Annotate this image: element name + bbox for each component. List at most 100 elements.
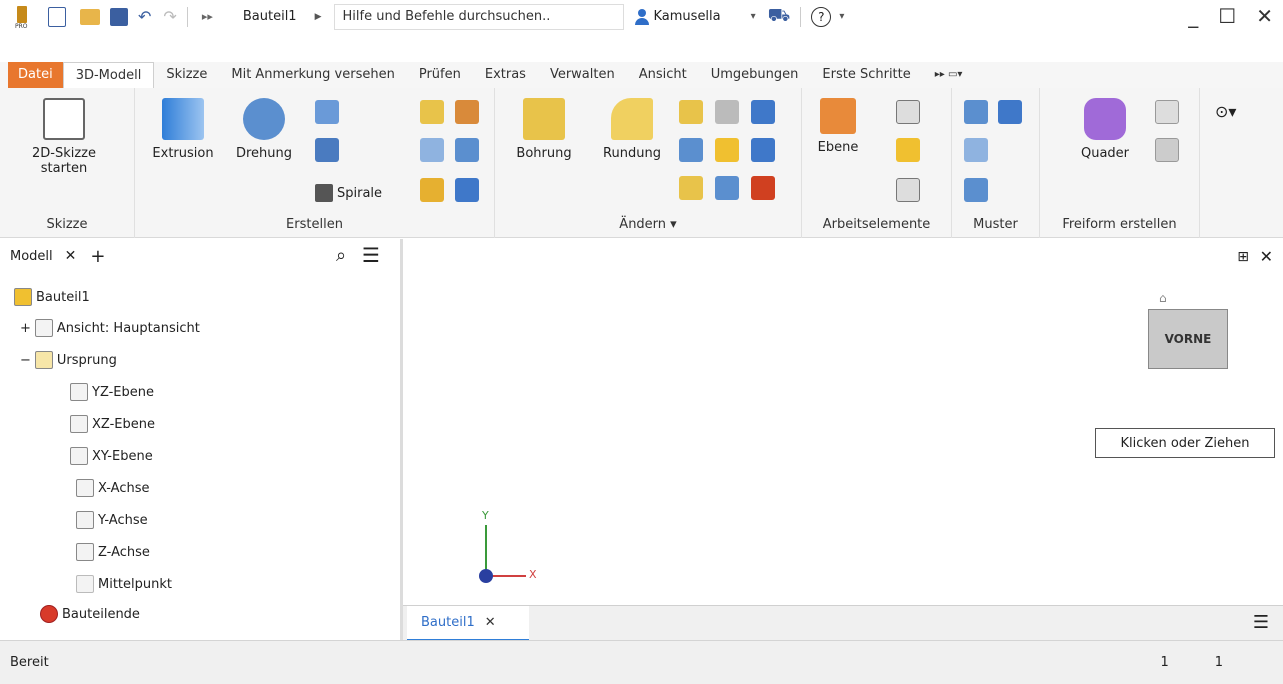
document-tab[interactable]: Bauteil1 ✕ [407, 606, 529, 641]
thicken-icon[interactable] [715, 176, 739, 200]
tree-item-xy-plane[interactable]: XY-Ebene [70, 447, 153, 465]
save-icon[interactable] [110, 7, 128, 26]
user-account[interactable]: Kamusella [634, 8, 721, 25]
redo-icon[interactable]: ↷ [163, 4, 176, 30]
axis-icon[interactable] [896, 100, 920, 124]
ucs-icon[interactable] [896, 178, 920, 202]
tree-item-yz-plane[interactable]: YZ-Ebene [70, 383, 154, 401]
combine-icon[interactable] [715, 138, 739, 162]
help-dropdown-icon[interactable]: ▾ [839, 11, 844, 22]
tab-ansicht[interactable]: Ansicht [627, 62, 699, 88]
decal-icon[interactable] [455, 138, 479, 162]
expand-arrow-icon[interactable]: ▶ [315, 12, 322, 22]
coil-icon [315, 184, 333, 202]
coil-button[interactable]: Spirale [315, 184, 382, 202]
tree-item-origin[interactable]: − Ursprung [20, 351, 117, 369]
box-button[interactable]: Quader [1070, 98, 1140, 161]
extrusion-label: Extrusion [152, 146, 214, 161]
viewcube-face-label: VORNE [1164, 332, 1212, 346]
close-icon[interactable]: ✕ [1256, 4, 1273, 28]
search-input[interactable]: Hilfe und Befehle durchsuchen.. [333, 3, 624, 30]
browser-header: Modell ✕ + ⌕ ☰ [0, 239, 400, 273]
browser-search-icon[interactable]: ⌕ [336, 245, 346, 266]
unwrap-icon[interactable] [420, 178, 444, 202]
direct-edit-icon[interactable] [679, 176, 703, 200]
mirror-icon[interactable] [998, 100, 1022, 124]
fillet-button[interactable]: Rundung [593, 98, 671, 161]
tree-item-y-axis[interactable]: Y-Achse [76, 511, 148, 529]
part-icon [14, 288, 32, 306]
start-2d-sketch-button[interactable]: 2D-Skizze starten [14, 98, 114, 176]
cart-icon[interactable]: ⛟ [768, 5, 791, 29]
freeform-face-icon[interactable] [1155, 138, 1179, 162]
tree-item-center-point[interactable]: Mittelpunkt [76, 575, 172, 593]
tabs-overflow-icon[interactable]: ▸▸ ▭▾ [923, 62, 975, 88]
tab-mit-anmerkung[interactable]: Mit Anmerkung versehen [219, 62, 406, 88]
tree-item-x-axis[interactable]: X-Achse [76, 479, 150, 497]
tree-item-view[interactable]: + Ansicht: Hauptansicht [20, 319, 200, 337]
tab-verwalten[interactable]: Verwalten [538, 62, 627, 88]
document-tab-label: Bauteil1 [421, 615, 475, 630]
collapse-minus-icon[interactable]: − [20, 353, 31, 368]
extrusion-button[interactable]: Extrusion [143, 98, 223, 161]
tab-erste-schritte[interactable]: Erste Schritte [810, 62, 922, 88]
group-label-aendern[interactable]: Ändern ▾ [495, 217, 801, 232]
circular-pattern-icon[interactable] [964, 138, 988, 162]
derive-icon[interactable] [455, 100, 479, 124]
viewcube[interactable]: VORNE [1148, 309, 1228, 369]
view-rep-icon [34, 319, 53, 337]
document-menu-icon[interactable]: ☰ [1253, 612, 1269, 633]
expand-plus-icon[interactable]: + [20, 321, 31, 336]
hole-icon [523, 98, 565, 140]
ribbon-options-icon[interactable]: ⊙▾ [1215, 102, 1236, 121]
tooltip: Klicken oder Ziehen [1095, 428, 1275, 458]
sweep-icon[interactable] [315, 138, 339, 162]
undo-icon[interactable]: ↶ [138, 4, 151, 30]
home-view-icon[interactable]: ⌂ [1159, 291, 1167, 305]
tab-skizze[interactable]: Skizze [154, 62, 219, 88]
open-folder-icon[interactable] [80, 8, 100, 25]
tab-datei[interactable]: Datei [8, 62, 63, 88]
point-icon[interactable] [896, 138, 920, 162]
dropdown-icon[interactable]: ▾ [751, 11, 756, 22]
tab-modell[interactable]: Modell [10, 249, 53, 264]
viewport-close-icon[interactable]: ✕ [1260, 247, 1273, 266]
sketch-pattern-icon[interactable] [964, 178, 988, 202]
rib-icon[interactable] [420, 138, 444, 162]
new-file-icon[interactable] [48, 6, 66, 27]
split-icon[interactable] [751, 100, 775, 124]
document-tab-close-icon[interactable]: ✕ [485, 615, 496, 630]
plane-button[interactable]: Ebene [808, 98, 868, 155]
freeform-plane-icon[interactable] [1155, 100, 1179, 124]
tree-item-xz-plane[interactable]: XZ-Ebene [70, 415, 155, 433]
thread-icon[interactable] [715, 100, 739, 124]
hole-button[interactable]: Bohrung [505, 98, 583, 161]
maximize-icon[interactable]: ☐ [1218, 4, 1236, 28]
group-arbeitselemente: Ebene Arbeitselemente [802, 88, 952, 238]
graphics-viewport[interactable]: ⊞ ✕ ⌂ VORNE Klicken oder Ziehen Y X [403, 239, 1283, 605]
browser-add-icon[interactable]: + [90, 246, 105, 267]
split-view-icon[interactable]: ⊞ [1237, 249, 1249, 265]
chamfer-icon[interactable] [679, 100, 703, 124]
draft-icon[interactable] [751, 138, 775, 162]
revolve-button[interactable]: Drehung [229, 98, 299, 161]
overflow-icon[interactable]: ▸▸ [202, 4, 213, 30]
tree-item-z-axis[interactable]: Z-Achse [76, 543, 150, 561]
delete-face-icon[interactable] [751, 176, 775, 200]
emboss-icon[interactable] [420, 100, 444, 124]
tree-item-end-of-part[interactable]: Bauteilende [40, 605, 140, 623]
rectangular-pattern-icon[interactable] [964, 100, 988, 124]
tab-extras[interactable]: Extras [473, 62, 538, 88]
browser-close-icon[interactable]: ✕ [65, 248, 77, 264]
loft-icon[interactable] [315, 100, 339, 124]
shell-icon[interactable] [679, 138, 703, 162]
tree-item-part[interactable]: Bauteil1 [14, 288, 90, 306]
tab-umgebungen[interactable]: Umgebungen [699, 62, 811, 88]
help-icon[interactable]: ? [811, 6, 832, 27]
minimize-icon[interactable]: _ [1188, 4, 1198, 28]
tooltip-text: Klicken oder Ziehen [1120, 435, 1250, 451]
tab-pruefen[interactable]: Prüfen [407, 62, 473, 88]
browser-menu-icon[interactable]: ☰ [362, 243, 380, 267]
tab-3d-modell[interactable]: 3D-Modell [62, 62, 155, 88]
import-icon[interactable] [455, 178, 479, 202]
